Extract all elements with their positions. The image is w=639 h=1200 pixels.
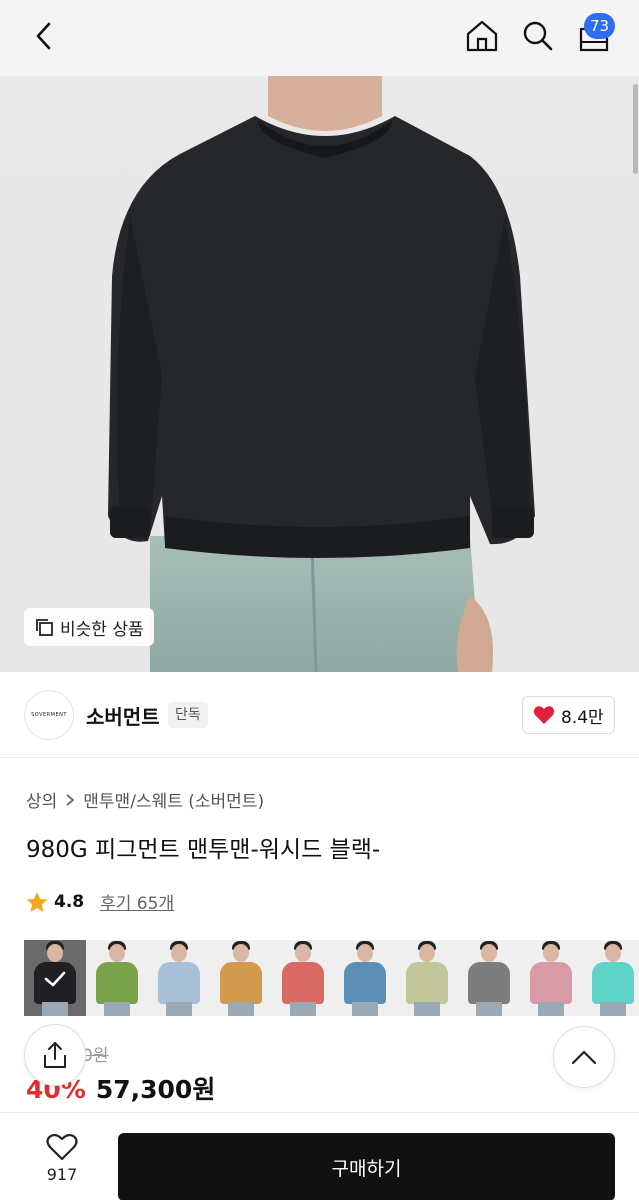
product-photo (108, 76, 535, 672)
color-options (24, 940, 639, 1016)
chevron-left-icon (36, 22, 51, 50)
home-icon (466, 20, 498, 52)
color-option-pink[interactable] (520, 940, 582, 1016)
scrollbar[interactable] (633, 84, 638, 174)
share-button[interactable] (24, 1024, 86, 1086)
color-option-sage[interactable] (396, 940, 458, 1016)
product-image[interactable] (0, 76, 639, 672)
color-option-green[interactable] (86, 940, 148, 1016)
heart-filled-icon (533, 706, 555, 724)
brand-logo[interactable]: SOVERMENT (24, 690, 74, 740)
heart-outline-icon (46, 1133, 78, 1161)
color-option-light-blue[interactable] (148, 940, 210, 1016)
product-title: 980G 피그먼트 맨투맨-워시드 블랙- (26, 837, 381, 863)
home-button[interactable] (460, 14, 504, 58)
top-header: 73 (0, 0, 639, 76)
similar-products-button[interactable]: 비슷한 상품 (24, 608, 154, 646)
search-button[interactable] (516, 14, 560, 58)
color-option-blue[interactable] (334, 940, 396, 1016)
chevron-up-icon (571, 1050, 597, 1065)
brand-like-count: 8.4만 (561, 707, 604, 728)
sale-price: 57,300원 (95, 1075, 216, 1104)
bottom-bar: 917 구매하기 (0, 1112, 639, 1200)
rating-row: 4.8 후기 65개 (26, 889, 174, 914)
wishlist-button[interactable]: 917 (28, 1133, 96, 1193)
similar-products-label: 비슷한 상품 (60, 619, 144, 640)
check-icon (42, 966, 68, 992)
star-icon (26, 891, 48, 912)
breadcrumb-subcategory[interactable]: 맨투맨/스웨트 (소버먼트) (83, 787, 264, 812)
divider (0, 757, 639, 758)
color-option-gray[interactable] (458, 940, 520, 1016)
brand-name[interactable]: 소버먼트 (86, 701, 160, 730)
color-option-mint[interactable] (582, 940, 639, 1016)
color-option-black[interactable] (24, 940, 86, 1016)
copy-icon (36, 619, 53, 636)
review-link[interactable]: 후기 65개 (100, 889, 174, 914)
back-button[interactable] (22, 14, 66, 58)
exclusive-tag: 단독 (168, 702, 208, 728)
wishlist-count: 917 (46, 1165, 78, 1184)
search-icon (523, 21, 553, 51)
rating-score: 4.8 (54, 891, 85, 912)
chevron-right-icon (66, 793, 75, 806)
brand-logo-text: SOVERMENT (31, 712, 67, 718)
color-option-mustard[interactable] (210, 940, 272, 1016)
color-option-coral[interactable] (272, 940, 334, 1016)
scroll-top-button[interactable] (553, 1026, 615, 1088)
cart-count-badge: 73 (584, 13, 616, 39)
brand-like-button[interactable]: 8.4만 (522, 696, 615, 734)
breadcrumb-category[interactable]: 상의 (26, 787, 57, 812)
breadcrumb: 상의 맨투맨/스웨트 (소버먼트) (26, 787, 264, 812)
brand-row: SOVERMENT 소버먼트 단독 8.4만 (0, 686, 639, 746)
share-icon (44, 1042, 66, 1068)
buy-button[interactable]: 구매하기 (118, 1133, 615, 1200)
